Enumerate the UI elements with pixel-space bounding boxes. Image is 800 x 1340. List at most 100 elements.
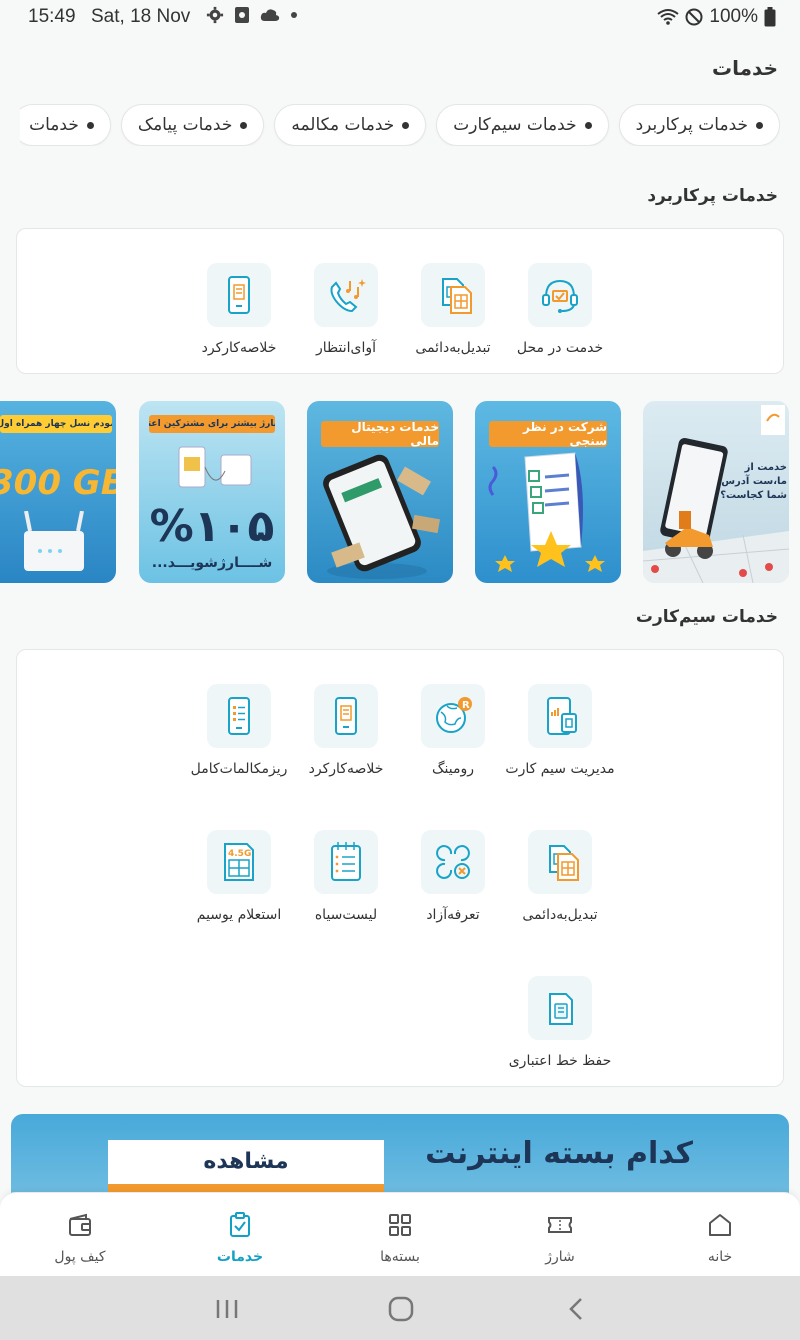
sim-card-icon bbox=[442, 278, 472, 314]
service-sim-management[interactable]: مدیریت سیم کارت bbox=[505, 684, 615, 777]
banner-digital-finance[interactable]: خدمات دیجیتال مالی bbox=[307, 401, 453, 583]
service-free-tariff[interactable]: تعرفه‌آزاد bbox=[398, 830, 508, 923]
svg-text:4.5G: 4.5G bbox=[228, 849, 251, 859]
banner-4g-modem[interactable]: مودم نسل چهار همراه اول 300 GB bbox=[0, 401, 116, 583]
sim-cards-illustration bbox=[178, 446, 252, 488]
service-label: لیست‌سیاه bbox=[314, 907, 378, 923]
do-not-disturb-icon bbox=[685, 8, 703, 26]
service-label: تعرفه‌آزاد bbox=[426, 907, 480, 923]
recent-apps-icon[interactable] bbox=[214, 1298, 240, 1320]
banner-charge-tag: ٪۵ شارژ بیشتر برای مشترکین اعتباری bbox=[149, 415, 275, 433]
category-chips: خدمات پرکاربرد خدمات سیم‌کارت خدمات مکال… bbox=[20, 104, 780, 146]
home-button-icon[interactable] bbox=[388, 1296, 414, 1322]
router-illustration bbox=[24, 511, 84, 571]
banner-charge-big: %۱۰۵ bbox=[149, 501, 275, 552]
service-label: حفظ خط اعتباری bbox=[508, 1053, 612, 1069]
status-time: 15:49 bbox=[28, 6, 76, 27]
service-label: آوای‌انتظار bbox=[315, 340, 377, 356]
service-roaming[interactable]: R رومینگ bbox=[398, 684, 508, 777]
service-label: خلاصه‌کارکرد bbox=[308, 761, 384, 777]
nav-charge[interactable]: شارژ bbox=[510, 1211, 610, 1265]
clipboard-check-icon bbox=[230, 1212, 250, 1237]
bullet-icon bbox=[402, 121, 410, 129]
chip-popular-services[interactable]: خدمات پرکاربرد bbox=[618, 104, 780, 146]
screenshot-icon bbox=[235, 7, 249, 23]
ticket-icon bbox=[548, 1217, 572, 1233]
popular-services-card: خدمت در محل تبدیل‌به‌دائمی آوای‌انتظار خ… bbox=[16, 228, 784, 374]
service-label: مدیریت سیم کارت bbox=[505, 761, 615, 777]
service-convert-permanent[interactable]: تبدیل‌به‌دائمی bbox=[505, 830, 615, 923]
mobile-list-icon bbox=[228, 697, 250, 735]
service-keep-prepaid-line[interactable]: حفظ خط اعتباری bbox=[505, 976, 615, 1069]
banner-finance-tag: خدمات دیجیتال مالی bbox=[321, 420, 439, 448]
chip-sms-services[interactable]: خدمات پیامک bbox=[120, 104, 265, 146]
sim-card-icon bbox=[549, 845, 579, 881]
service-blacklist[interactable]: لیست‌سیاه bbox=[291, 830, 401, 923]
battery-icon bbox=[764, 7, 776, 27]
promo-carousel[interactable]: خدمت از ما،ست آدرس شما کجاست؟ شرکت در نظ… bbox=[0, 401, 800, 583]
chip-sim-services[interactable]: خدمات سیم‌کارت bbox=[436, 104, 609, 146]
phone-money-illustration bbox=[323, 454, 441, 579]
banner-survey-tag: شرکت در نظر سنجی bbox=[489, 420, 607, 448]
banner-onsite-service[interactable]: خدمت از ما،ست آدرس شما کجاست؟ bbox=[643, 401, 789, 583]
nav-home[interactable]: خانه bbox=[670, 1211, 770, 1265]
bullet-icon bbox=[240, 121, 248, 129]
notification-icons bbox=[206, 6, 298, 24]
memory-card-icon bbox=[549, 993, 573, 1025]
popular-services-title: خدمات پرکاربرد bbox=[647, 186, 778, 206]
page-title: خدمات bbox=[712, 56, 778, 80]
chip-call-services[interactable]: خدمات مکالمه bbox=[274, 104, 427, 146]
grid-icon bbox=[389, 1214, 411, 1236]
banner-charge-bonus[interactable]: ٪۵ شارژ بیشتر برای مشترکین اعتباری %۱۰۵ … bbox=[139, 401, 285, 583]
gear-icon bbox=[206, 6, 224, 24]
service-convert-permanent[interactable]: تبدیل‌به‌دائمی bbox=[398, 263, 508, 356]
survey-document-illustration bbox=[488, 452, 605, 572]
mobile-receipt-icon bbox=[335, 697, 357, 735]
cloud-icon bbox=[260, 9, 280, 21]
service-detailed-calls[interactable]: ریزمکالمات‌کامل bbox=[184, 684, 294, 777]
service-onsite[interactable]: خدمت در محل bbox=[505, 263, 615, 356]
phone-music-icon bbox=[330, 279, 366, 313]
wallet-icon bbox=[69, 1213, 91, 1236]
service-usage-summary[interactable]: خلاصه‌کارکرد bbox=[184, 263, 294, 356]
sim-services-card: مدیریت سیم کارت R رومینگ خلاصه‌کارکرد ری… bbox=[16, 649, 784, 1087]
banner-survey[interactable]: شرکت در نظر سنجی bbox=[475, 401, 621, 583]
service-usage-summary[interactable]: خلاصه‌کارکرد bbox=[291, 684, 401, 777]
service-label: رومینگ bbox=[432, 761, 474, 777]
bullet-icon bbox=[86, 121, 94, 129]
status-bar: 15:49 Sat, 18 Nov 100% bbox=[0, 0, 800, 34]
checklist-icon bbox=[331, 842, 361, 881]
svg-text:R: R bbox=[462, 700, 470, 711]
mobile-receipt-icon bbox=[228, 276, 250, 314]
phone-sim-icon bbox=[547, 697, 577, 735]
system-navigation-bar bbox=[0, 1276, 800, 1340]
back-icon[interactable] bbox=[566, 1296, 586, 1322]
tariff-circles-icon bbox=[436, 845, 470, 879]
globe-roaming-icon: R bbox=[436, 697, 472, 733]
banner-headline: کدام بسته اینترنت bbox=[425, 1136, 693, 1171]
chip-more-services[interactable]: خدمات bbox=[20, 104, 111, 146]
headset-support-icon bbox=[542, 279, 578, 313]
nav-packages[interactable]: بسته‌ها bbox=[350, 1211, 450, 1265]
bottom-navigation: خانه شارژ بسته‌ها خدمات کیف پول bbox=[0, 1192, 800, 1276]
service-label: ریزمکالمات‌کامل bbox=[190, 761, 288, 777]
sim-services-title: خدمات سیم‌کارت bbox=[635, 607, 778, 627]
service-label: خدمت در محل bbox=[516, 340, 604, 356]
view-button[interactable]: مشاهده bbox=[108, 1140, 384, 1184]
phone-map-illustration bbox=[643, 438, 789, 583]
status-date: Sat, 18 Nov bbox=[91, 6, 191, 27]
service-label: خلاصه‌کارکرد bbox=[201, 340, 277, 356]
bullet-icon bbox=[756, 121, 763, 129]
home-icon bbox=[709, 1214, 731, 1236]
battery-level: 100% bbox=[709, 6, 758, 27]
nav-services[interactable]: خدمات bbox=[190, 1211, 290, 1265]
service-usim-inquiry[interactable]: 4.5G استعلام یوسیم bbox=[184, 830, 294, 923]
system-indicators: 100% bbox=[657, 6, 776, 28]
service-ringback-tone[interactable]: آوای‌انتظار bbox=[291, 263, 401, 356]
nav-wallet[interactable]: کیف پول bbox=[30, 1211, 130, 1265]
bullet-icon bbox=[584, 121, 592, 129]
usim-card-icon: 4.5G bbox=[224, 843, 254, 881]
wifi-icon bbox=[657, 9, 680, 25]
service-label: تبدیل‌به‌دائمی bbox=[522, 907, 598, 923]
service-label: تبدیل‌به‌دائمی bbox=[415, 340, 491, 356]
